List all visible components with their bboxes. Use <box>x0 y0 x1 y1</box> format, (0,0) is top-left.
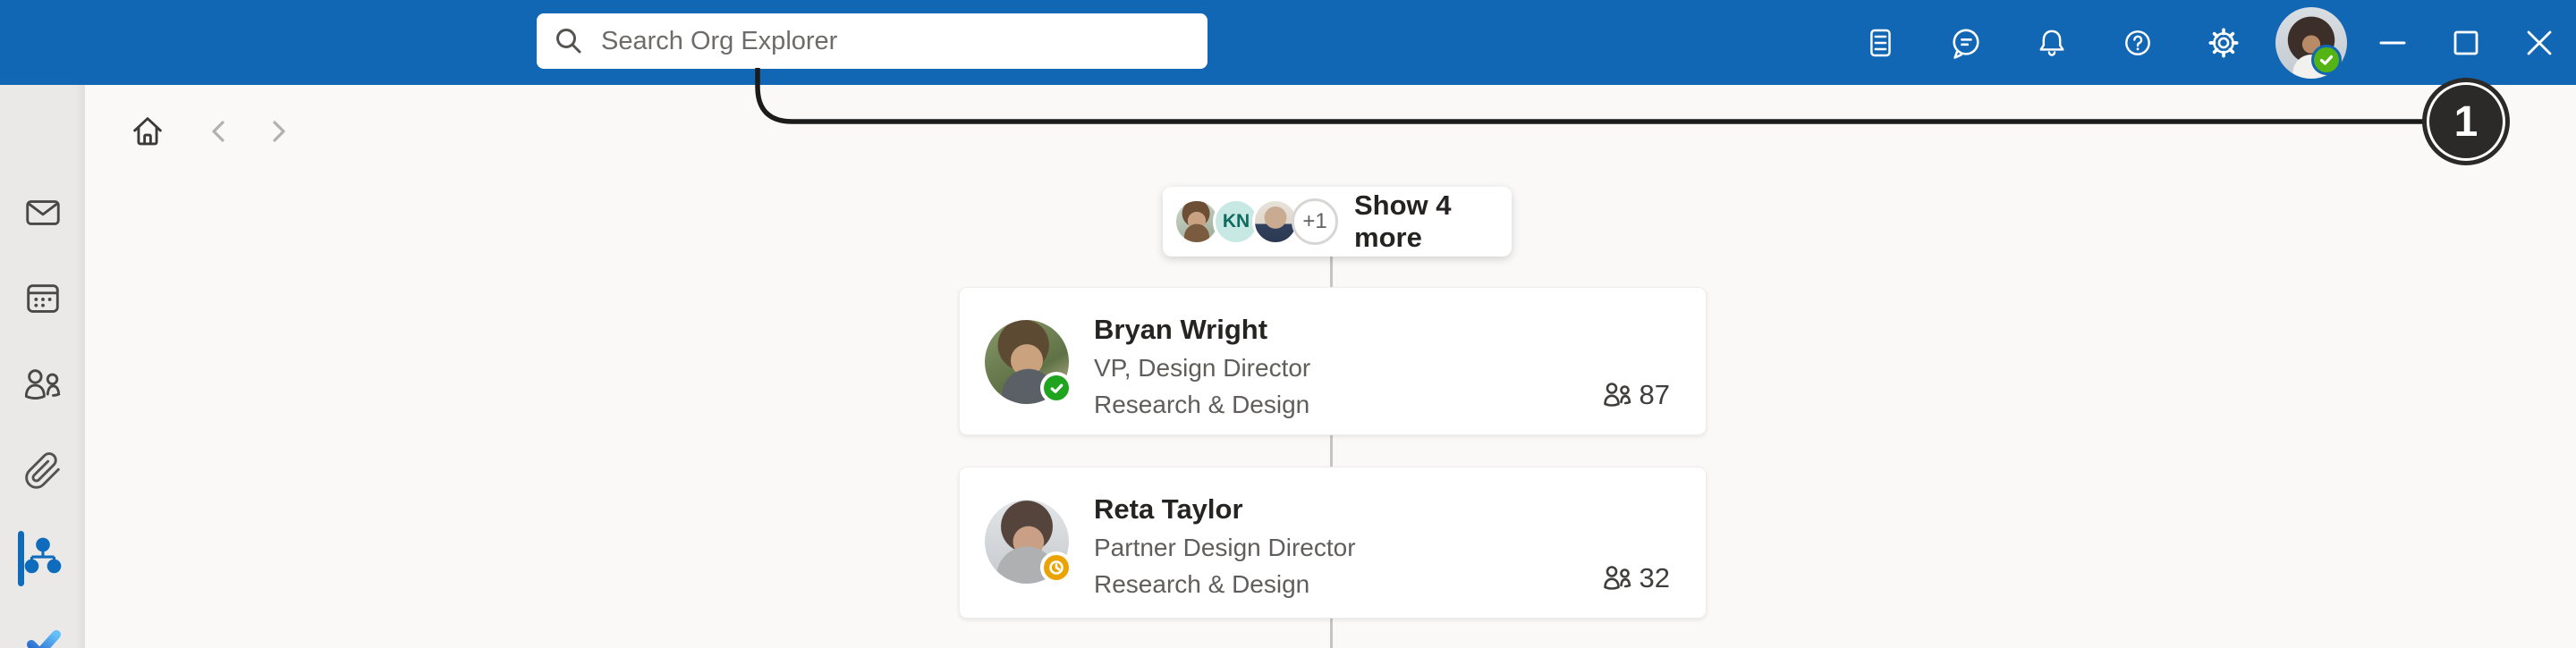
tree-connector <box>1330 257 1333 287</box>
help-icon[interactable] <box>2095 0 2181 85</box>
avatar <box>2275 6 2347 79</box>
home-icon <box>133 117 162 146</box>
report-count: 87 <box>1602 379 1670 411</box>
notes-icon[interactable] <box>1837 0 1923 85</box>
user-avatar[interactable] <box>2267 0 2356 85</box>
search-icon <box>556 29 581 54</box>
person-department: Research & Design <box>1094 570 1310 598</box>
person-title: VP, Design Director <box>1094 354 1311 382</box>
person-department: Research & Design <box>1094 391 1310 418</box>
active-item-indicator <box>18 531 24 586</box>
tree-connector <box>1330 619 1333 648</box>
presence-available-icon <box>2311 44 2342 75</box>
sidebar-item-org-explorer[interactable] <box>0 525 85 589</box>
avatar <box>985 320 1072 404</box>
person-name: Reta Taylor <box>1094 493 1243 525</box>
close-button[interactable] <box>2503 0 2576 85</box>
sidebar-item-attachments[interactable] <box>0 439 85 503</box>
show-more-button[interactable]: KN +1 Show 4 more <box>1163 187 1512 257</box>
org-card-reta-taylor[interactable]: Reta Taylor Partner Design Director Rese… <box>959 467 1707 619</box>
sidebar-item-todo[interactable] <box>0 610 85 648</box>
people-count-icon <box>1603 383 1631 407</box>
sidebar-item-mail[interactable] <box>0 181 85 245</box>
report-count: 32 <box>1602 562 1670 594</box>
minimize-button[interactable] <box>2356 0 2429 85</box>
overflow-count-badge: +1 <box>1292 198 1338 245</box>
chevron-left-icon <box>212 121 225 142</box>
home-button[interactable] <box>123 106 173 156</box>
presence-away-icon <box>1040 551 1072 584</box>
calendar-icon <box>26 284 59 313</box>
back-button[interactable] <box>194 106 244 156</box>
mail-icon <box>25 200 60 225</box>
sidebar-item-calendar[interactable] <box>0 266 85 331</box>
report-count-value: 87 <box>1639 379 1670 410</box>
notifications-icon[interactable] <box>2009 0 2095 85</box>
sidebar-item-people[interactable] <box>0 353 85 417</box>
org-card-bryan-wright[interactable]: Bryan Wright VP, Design Director Researc… <box>959 287 1707 435</box>
settings-icon[interactable] <box>2181 0 2267 85</box>
chevron-right-icon <box>273 121 285 142</box>
chat-icon[interactable] <box>1923 0 2009 85</box>
titlebar <box>0 0 2576 85</box>
people-icon <box>24 369 60 400</box>
presence-available-icon <box>1040 372 1072 404</box>
search-box[interactable] <box>537 13 1208 69</box>
show-more-label: Show 4 more <box>1354 189 1452 253</box>
people-count-icon <box>1603 566 1631 590</box>
org-chart-icon <box>24 537 61 574</box>
search-input[interactable] <box>601 26 1138 56</box>
tree-connector <box>1330 435 1333 467</box>
todo-check-icon <box>26 630 61 648</box>
report-count-value: 32 <box>1639 562 1670 593</box>
person-name: Bryan Wright <box>1094 314 1268 345</box>
annotation-step-badge: 1 <box>2427 82 2505 161</box>
person-title: Partner Design Director <box>1094 534 1356 561</box>
app-rail <box>0 85 85 648</box>
maximize-button[interactable] <box>2429 0 2503 85</box>
avatar <box>985 500 1072 584</box>
paperclip-icon <box>24 452 60 489</box>
forward-button[interactable] <box>253 106 303 156</box>
